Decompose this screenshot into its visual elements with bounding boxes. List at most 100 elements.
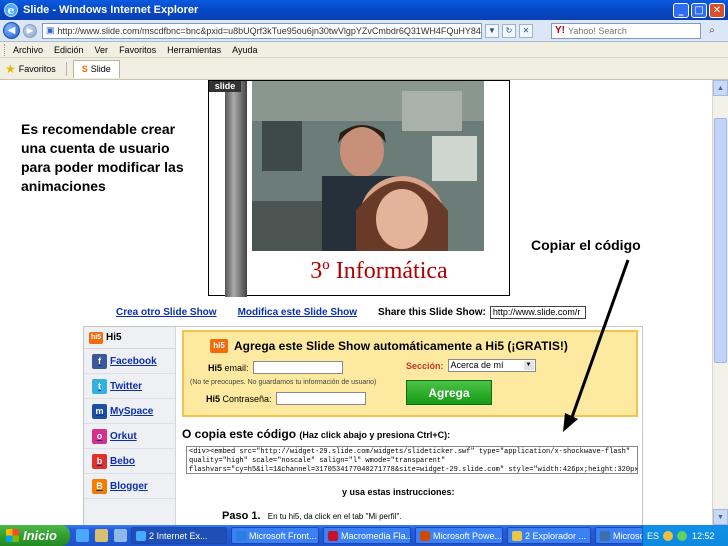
search-placeholder: Yahoo! Search xyxy=(568,25,627,36)
photoshop-icon xyxy=(600,530,610,541)
menu-archivo[interactable]: Archivo xyxy=(13,45,43,55)
forward-button[interactable]: ▶ xyxy=(23,23,37,38)
task-frontpage[interactable]: Microsoft Front... xyxy=(231,527,319,544)
task-label: 2 Internet Ex... xyxy=(149,530,208,541)
quicklaunch-desktop-icon[interactable] xyxy=(95,529,108,542)
internet-explorer-icon: e xyxy=(4,3,18,17)
email-row: Hi5 email: xyxy=(208,361,343,374)
favorites-star-icon[interactable]: ★ xyxy=(5,62,16,76)
start-label: Inicio xyxy=(23,528,57,543)
frontpage-icon xyxy=(236,530,246,541)
menu-ver[interactable]: Ver xyxy=(95,45,109,55)
title-bar: e Slide - Windows Internet Explorer _ □ … xyxy=(0,0,728,20)
hi5-promo-panel: hi5 Agrega este Slide Show automáticamen… xyxy=(182,330,638,417)
code-line: quality="high" scale="noscale" salign="l… xyxy=(189,457,446,465)
menu-bar: Archivo Edición Ver Favoritos Herramient… xyxy=(0,42,728,58)
annotation-copy-code: Copiar el código xyxy=(531,237,641,253)
blogger-icon: B xyxy=(92,478,107,494)
widget-main: hi5 Agrega este Slide Show automáticamen… xyxy=(182,327,640,525)
slideshow-binder xyxy=(225,81,247,297)
address-url: http://www.slide.com/mscdfbnc=bnc&pxid=u… xyxy=(57,25,482,36)
sidebar-item-bebo[interactable]: b Bebo xyxy=(84,449,175,474)
back-button[interactable]: ◀ xyxy=(3,22,20,39)
password-brand-label: Hi5 xyxy=(206,393,221,404)
tray-shield-icon[interactable] xyxy=(663,530,674,541)
windows-logo-icon xyxy=(6,529,19,542)
window-title: Slide - Windows Internet Explorer xyxy=(23,4,199,16)
section-select[interactable]: Acerca de mí ▼ xyxy=(447,359,536,372)
menu-herramientas[interactable]: Herramientas xyxy=(167,45,221,55)
refresh-button[interactable]: ↻ xyxy=(502,23,516,38)
facebook-icon: f xyxy=(92,353,107,369)
sidebar-item-hi5[interactable]: hi5 Hi5 xyxy=(84,327,175,349)
yahoo-logo-icon: Y! xyxy=(555,25,565,36)
password-row: Hi5 Contraseña: xyxy=(206,392,366,405)
task-explorer[interactable]: 2 Explorador ... xyxy=(507,527,591,544)
create-slideshow-link[interactable]: Crea otro Slide Show xyxy=(116,307,217,318)
quicklaunch-media-icon[interactable] xyxy=(114,529,127,542)
share-url-input[interactable]: http://www.slide.com/r xyxy=(489,306,586,319)
close-button[interactable]: ✕ xyxy=(709,2,725,18)
tab-slide[interactable]: S Slide xyxy=(72,59,120,78)
slideshow-frame[interactable]: slide 3º Informática xyxy=(208,80,510,297)
email-field[interactable] xyxy=(252,361,343,374)
sidebar-item-facebook[interactable]: f Facebook xyxy=(84,349,175,374)
quicklaunch-ie-icon[interactable] xyxy=(76,529,89,542)
menu-favoritos[interactable]: Favoritos xyxy=(119,45,156,55)
address-toolbar: ◀ ▶ ▣ http://www.slide.com/mscdfbnc=bnc&… xyxy=(0,20,728,42)
address-dropdown-button[interactable]: ▼ xyxy=(485,23,499,38)
classroom-photo xyxy=(252,81,484,251)
instructions-heading: y usa estas instrucciones: xyxy=(342,487,455,497)
task-label: Microsoft Powe... xyxy=(433,530,503,541)
share-label: Share this Slide Show: xyxy=(378,307,486,318)
sidebar-item-orkut[interactable]: o Orkut xyxy=(84,424,175,449)
section-selected-value: Acerca de mí xyxy=(450,360,504,370)
sidebar-item-myspace[interactable]: m MySpace xyxy=(84,399,175,424)
modify-slideshow-link[interactable]: Modifica este Slide Show xyxy=(238,307,357,318)
menu-edicion[interactable]: Edición xyxy=(54,45,84,55)
step-text: En tu hi5, da click en el tab "Mi perfil… xyxy=(267,512,402,521)
task-label: 2 Explorador ... xyxy=(525,530,587,541)
annotation-account-note: Es recomendable crear una cuenta de usua… xyxy=(21,121,184,194)
scroll-down-button[interactable]: ▼ xyxy=(713,509,728,525)
scroll-thumb[interactable] xyxy=(714,118,727,363)
search-input[interactable]: Y! Yahoo! Search xyxy=(551,22,701,39)
add-button[interactable]: Agrega xyxy=(406,380,492,405)
task-internet-explorer[interactable]: 2 Internet Ex... xyxy=(131,527,227,544)
tab-slide-label: Slide xyxy=(90,64,111,74)
vertical-scrollbar[interactable]: ▲ ▼ xyxy=(712,80,728,525)
minimize-button[interactable]: _ xyxy=(673,2,689,18)
favorites-button[interactable]: Favoritos xyxy=(19,64,56,74)
tray-network-icon[interactable] xyxy=(677,530,688,541)
sidebar-item-twitter[interactable]: t Twitter xyxy=(84,374,175,399)
system-tray: ES 12:52 xyxy=(642,525,728,546)
language-indicator[interactable]: ES xyxy=(647,531,659,541)
sidebar-item-label: Bebo xyxy=(110,455,135,467)
stop-button[interactable]: ✕ xyxy=(519,23,533,38)
bebo-icon: b xyxy=(92,453,107,469)
address-input[interactable]: ▣ http://www.slide.com/mscdfbnc=bnc&pxid… xyxy=(42,22,482,39)
copy-code-heading: O copia este código (Haz click abajo y p… xyxy=(182,427,450,441)
folder-icon xyxy=(512,530,522,541)
task-label: Macromedia Fla... xyxy=(341,530,411,541)
task-powerpoint[interactable]: Microsoft Powe... xyxy=(415,527,503,544)
menu-ayuda[interactable]: Ayuda xyxy=(232,45,257,55)
password-field[interactable] xyxy=(275,392,366,405)
maximize-button[interactable]: □ xyxy=(691,2,707,18)
internet-explorer-icon xyxy=(136,530,146,541)
sidebar-item-label: Hi5 xyxy=(106,332,122,343)
search-icon[interactable]: ⌕ xyxy=(704,23,720,39)
embed-code-textarea[interactable]: <div><embed src="http://widget-29.slide.… xyxy=(186,446,638,474)
powerpoint-icon xyxy=(420,530,430,541)
sidebar-item-label: Blogger xyxy=(110,480,148,492)
favorites-separator xyxy=(65,61,67,76)
scroll-up-button[interactable]: ▲ xyxy=(713,80,728,96)
task-flash[interactable]: Macromedia Fla... xyxy=(323,527,411,544)
sidebar-item-blogger[interactable]: B Blogger xyxy=(84,474,175,499)
email-brand-label: Hi5 xyxy=(208,362,223,373)
slide-tag: slide xyxy=(209,81,241,92)
section-row: Sección: Acerca de mí ▼ xyxy=(406,359,536,372)
promo-title: hi5 Agrega este Slide Show automáticamen… xyxy=(210,339,568,353)
code-line: flashvars="cy=h5&il=1&channel=3170534177… xyxy=(189,466,638,474)
start-button[interactable]: Inicio xyxy=(0,525,70,546)
